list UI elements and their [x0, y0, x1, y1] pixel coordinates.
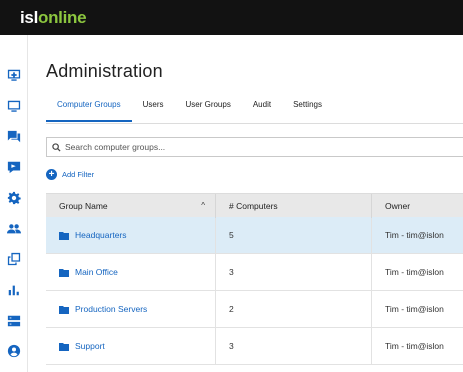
- computer-count-cell: 5: [216, 217, 372, 254]
- computer-count-cell: 3: [216, 328, 372, 365]
- owner-cell: Tim - tim@islon: [385, 304, 444, 314]
- logo-part-isl: isl: [20, 8, 39, 27]
- group-name-cell: Production Servers: [46, 291, 216, 328]
- search-placeholder: Search computer groups...: [65, 142, 166, 152]
- main-content: Administration Computer Groups Users Use…: [28, 35, 463, 372]
- tabs-divider: [46, 123, 463, 124]
- column-header-group-name[interactable]: Group Name ^: [46, 194, 216, 218]
- table-header: Group Name ^ # Computers Owner: [46, 193, 463, 218]
- owner-cell: Tim - tim@islon: [385, 341, 444, 351]
- page-title: Administration: [46, 61, 163, 81]
- table-row[interactable]: Production Servers 2 Tim - tim@islon: [46, 291, 463, 328]
- tab-computer-groups[interactable]: Computer Groups: [46, 101, 132, 122]
- tab-user-groups[interactable]: User Groups: [174, 101, 241, 122]
- column-header-computers[interactable]: # Computers: [216, 194, 372, 218]
- tab-bar: Computer Groups Users User Groups Audit …: [46, 101, 333, 122]
- plus-circle-icon: +: [46, 169, 57, 180]
- table-row[interactable]: Support 3 Tim - tim@islon: [46, 328, 463, 365]
- folder-icon: [59, 342, 69, 351]
- group-name-cell: Headquarters: [46, 217, 216, 254]
- sidebar: [0, 35, 28, 372]
- search-icon: [52, 142, 61, 152]
- account-icon[interactable]: [6, 343, 22, 359]
- computer-groups-table: Group Name ^ # Computers Owner Headquart…: [46, 193, 463, 365]
- islonline-logo[interactable]: islonline: [20, 8, 87, 28]
- top-bar: islonline: [0, 0, 463, 35]
- group-name-link[interactable]: Production Servers: [75, 291, 147, 328]
- computer-count-cell: 2: [216, 291, 372, 328]
- remote-desktop-icon[interactable]: [6, 67, 22, 83]
- tab-users[interactable]: Users: [132, 101, 175, 122]
- tab-settings[interactable]: Settings: [282, 101, 333, 122]
- folder-icon: [59, 231, 69, 240]
- video-icon[interactable]: [6, 159, 22, 175]
- server-icon[interactable]: [6, 313, 22, 329]
- folder-icon: [59, 268, 69, 277]
- chat-icon[interactable]: [6, 129, 22, 145]
- table-row[interactable]: Headquarters 5 Tim - tim@islon: [46, 217, 463, 254]
- computer-count-cell: 3: [216, 254, 372, 291]
- add-filter-button[interactable]: + Add Filter: [46, 169, 94, 180]
- group-name-cell: Support: [46, 328, 216, 365]
- logo-part-online: online: [38, 8, 87, 27]
- owner-cell: Tim - tim@islon: [385, 230, 444, 240]
- owner-cell: Tim - tim@islon: [385, 267, 444, 277]
- monitor-icon[interactable]: [6, 98, 22, 114]
- users-icon[interactable]: [6, 221, 22, 237]
- sort-ascending-icon[interactable]: ^: [201, 194, 205, 218]
- bar-chart-icon[interactable]: [6, 282, 22, 298]
- table-row[interactable]: Main Office 3 Tim - tim@islon: [46, 254, 463, 291]
- group-name-cell: Main Office: [46, 254, 216, 291]
- group-name-link[interactable]: Main Office: [75, 254, 118, 291]
- copy-icon[interactable]: [6, 251, 22, 267]
- search-input[interactable]: Search computer groups...: [46, 137, 463, 157]
- add-filter-label: Add Filter: [62, 170, 95, 179]
- group-name-link[interactable]: Headquarters: [75, 217, 127, 254]
- group-name-link[interactable]: Support: [75, 328, 105, 365]
- folder-icon: [59, 305, 69, 314]
- tab-audit[interactable]: Audit: [242, 101, 282, 122]
- gear-icon[interactable]: [6, 190, 22, 206]
- column-header-owner[interactable]: Owner: [372, 194, 463, 218]
